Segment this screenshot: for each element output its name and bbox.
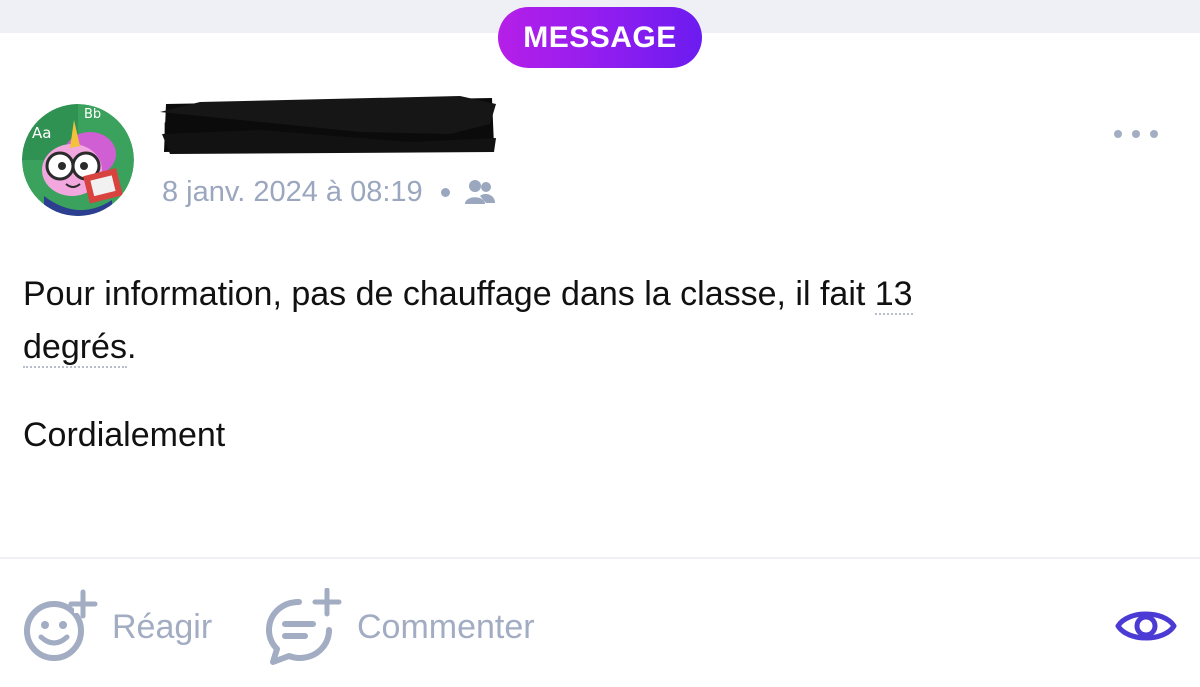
body-text-segment: Pour information, pas de chauffage dans … bbox=[23, 275, 875, 313]
svg-text:Aa: Aa bbox=[32, 124, 51, 142]
eye-icon bbox=[1115, 611, 1177, 641]
unicorn-avatar-icon: Aa Bb bbox=[22, 104, 134, 216]
seen-by-button[interactable] bbox=[1114, 604, 1178, 648]
detected-unit-link[interactable]: degrés bbox=[23, 328, 127, 368]
more-horizontal-icon bbox=[1114, 130, 1122, 138]
post-body: Pour information, pas de chauffage dans … bbox=[23, 268, 1143, 462]
comment-button[interactable]: Commenter bbox=[263, 588, 535, 666]
body-closing: Cordialement bbox=[23, 416, 226, 454]
separator-dot bbox=[440, 187, 450, 197]
react-label: Réagir bbox=[112, 607, 213, 646]
body-text-segment: . bbox=[126, 328, 137, 366]
svg-text:Bb: Bb bbox=[84, 107, 101, 122]
detected-number-link[interactable]: 13 bbox=[874, 275, 913, 315]
group-icon bbox=[464, 180, 495, 204]
smiley-add-icon bbox=[24, 589, 98, 661]
react-button[interactable]: Réagir bbox=[22, 588, 212, 666]
author-avatar[interactable]: Aa Bb bbox=[22, 104, 134, 216]
post-type-badge: MESSAGE bbox=[498, 7, 702, 68]
more-dot bbox=[1150, 130, 1158, 138]
comment-label: Commenter bbox=[357, 607, 535, 646]
post-date: 8 janv. 2024 à 08:19 bbox=[162, 175, 423, 208]
comment-add-icon bbox=[266, 588, 342, 665]
post-meta: 8 janv. 2024 à 08:19 bbox=[162, 172, 496, 212]
more-options-button[interactable] bbox=[1108, 116, 1164, 152]
author-name[interactable]: Natacha Désiré bbox=[162, 116, 383, 153]
body-paragraph-1: Pour information, pas de chauffage dans … bbox=[23, 268, 1143, 374]
more-dot bbox=[1132, 130, 1140, 138]
actions-divider bbox=[0, 557, 1200, 559]
